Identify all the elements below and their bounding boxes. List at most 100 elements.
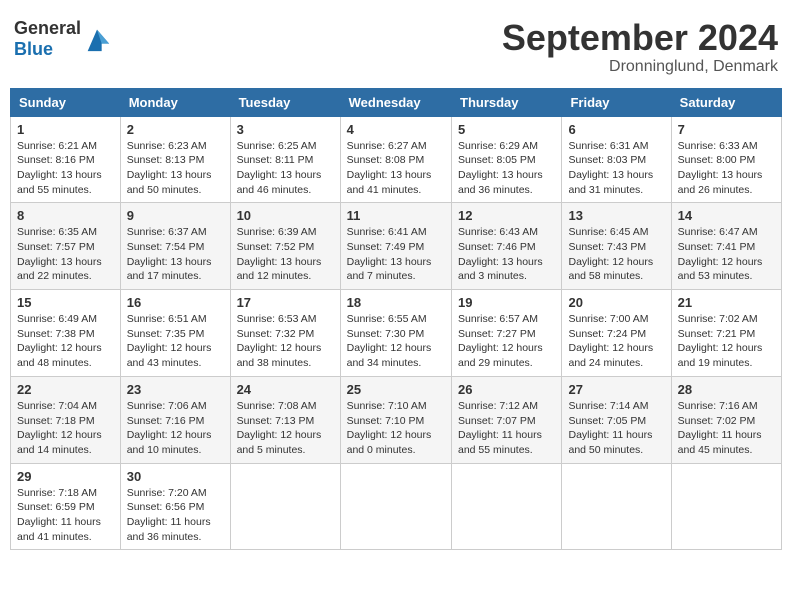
logo-general-text: General — [14, 18, 81, 38]
calendar-cell: 23 Sunrise: 7:06 AMSunset: 7:16 PMDayligh… — [120, 376, 230, 463]
calendar-cell: 12 Sunrise: 6:43 AMSunset: 7:46 PMDayligh… — [452, 203, 562, 290]
day-number: 20 — [568, 295, 664, 310]
day-info: Sunrise: 7:02 AMSunset: 7:21 PMDaylight:… — [678, 312, 775, 371]
day-number: 3 — [237, 122, 334, 137]
day-info: Sunrise: 7:04 AMSunset: 7:18 PMDaylight:… — [17, 399, 114, 458]
day-info: Sunrise: 7:16 AMSunset: 7:02 PMDaylight:… — [678, 399, 775, 458]
day-number: 14 — [678, 208, 775, 223]
logo: General Blue — [14, 18, 111, 60]
calendar-cell: 19 Sunrise: 6:57 AMSunset: 7:27 PMDayligh… — [452, 290, 562, 377]
day-info: Sunrise: 6:33 AMSunset: 8:00 PMDaylight:… — [678, 139, 775, 198]
day-info: Sunrise: 6:35 AMSunset: 7:57 PMDaylight:… — [17, 225, 114, 284]
day-info: Sunrise: 7:00 AMSunset: 7:24 PMDaylight:… — [568, 312, 664, 371]
day-info: Sunrise: 6:55 AMSunset: 7:30 PMDaylight:… — [347, 312, 445, 371]
day-info: Sunrise: 6:25 AMSunset: 8:11 PMDaylight:… — [237, 139, 334, 198]
title-area: September 2024 Dronninglund, Denmark — [502, 18, 778, 76]
day-info: Sunrise: 6:43 AMSunset: 7:46 PMDaylight:… — [458, 225, 555, 284]
day-info: Sunrise: 6:27 AMSunset: 8:08 PMDaylight:… — [347, 139, 445, 198]
day-number: 24 — [237, 382, 334, 397]
calendar-week-row: 8 Sunrise: 6:35 AMSunset: 7:57 PMDaylight… — [11, 203, 782, 290]
day-number: 12 — [458, 208, 555, 223]
day-info: Sunrise: 6:41 AMSunset: 7:49 PMDaylight:… — [347, 225, 445, 284]
day-number: 27 — [568, 382, 664, 397]
day-info: Sunrise: 6:47 AMSunset: 7:41 PMDaylight:… — [678, 225, 775, 284]
calendar-cell: 22Sunrise: 7:04 AMSunset: 7:18 PMDayligh… — [11, 376, 121, 463]
column-header-wednesday: Wednesday — [340, 88, 451, 116]
day-info: Sunrise: 6:49 AMSunset: 7:38 PMDaylight:… — [17, 312, 114, 371]
calendar-header-row: SundayMondayTuesdayWednesdayThursdayFrid… — [11, 88, 782, 116]
day-number: 13 — [568, 208, 664, 223]
day-number: 6 — [568, 122, 664, 137]
day-number: 7 — [678, 122, 775, 137]
day-number: 15 — [17, 295, 114, 310]
column-header-monday: Monday — [120, 88, 230, 116]
day-info: Sunrise: 6:53 AMSunset: 7:32 PMDaylight:… — [237, 312, 334, 371]
day-info: Sunrise: 6:51 AMSunset: 7:35 PMDaylight:… — [127, 312, 224, 371]
day-number: 19 — [458, 295, 555, 310]
logo-icon — [83, 25, 111, 53]
day-number: 11 — [347, 208, 445, 223]
logo-blue-text: Blue — [14, 39, 53, 59]
day-number: 29 — [17, 469, 114, 484]
day-number: 9 — [127, 208, 224, 223]
calendar-cell: 8 Sunrise: 6:35 AMSunset: 7:57 PMDaylight… — [11, 203, 121, 290]
calendar-cell: 30 Sunrise: 7:20 AMSunset: 6:56 PMDayligh… — [120, 463, 230, 550]
calendar-week-row: 22Sunrise: 7:04 AMSunset: 7:18 PMDayligh… — [11, 376, 782, 463]
day-number: 5 — [458, 122, 555, 137]
day-info: Sunrise: 7:06 AMSunset: 7:16 PMDaylight:… — [127, 399, 224, 458]
month-title: September 2024 — [502, 18, 778, 58]
calendar-cell: 6Sunrise: 6:31 AMSunset: 8:03 PMDaylight… — [562, 116, 671, 203]
calendar-cell: 18Sunrise: 6:55 AMSunset: 7:30 PMDayligh… — [340, 290, 451, 377]
header: General Blue September 2024 Dronninglund… — [10, 10, 782, 80]
calendar-week-row: 29 Sunrise: 7:18 AMSunset: 6:59 PMDayligh… — [11, 463, 782, 550]
calendar-cell — [671, 463, 781, 550]
calendar-cell: 14 Sunrise: 6:47 AMSunset: 7:41 PMDayligh… — [671, 203, 781, 290]
calendar-cell — [452, 463, 562, 550]
day-number: 8 — [17, 208, 114, 223]
calendar-cell — [340, 463, 451, 550]
day-number: 17 — [237, 295, 334, 310]
day-number: 30 — [127, 469, 224, 484]
day-info: Sunrise: 6:57 AMSunset: 7:27 PMDaylight:… — [458, 312, 555, 371]
day-info: Sunrise: 7:10 AMSunset: 7:10 PMDaylight:… — [347, 399, 445, 458]
day-number: 28 — [678, 382, 775, 397]
calendar-week-row: 1Sunrise: 6:21 AMSunset: 8:16 PMDaylight… — [11, 116, 782, 203]
day-number: 23 — [127, 382, 224, 397]
calendar-cell: 7 Sunrise: 6:33 AMSunset: 8:00 PMDaylight… — [671, 116, 781, 203]
calendar-cell: 28 Sunrise: 7:16 AMSunset: 7:02 PMDayligh… — [671, 376, 781, 463]
day-info: Sunrise: 6:45 AMSunset: 7:43 PMDaylight:… — [568, 225, 664, 284]
calendar-cell: 26 Sunrise: 7:12 AMSunset: 7:07 PMDayligh… — [452, 376, 562, 463]
calendar-cell: 20 Sunrise: 7:00 AMSunset: 7:24 PMDayligh… — [562, 290, 671, 377]
calendar-cell: 2 Sunrise: 6:23 AMSunset: 8:13 PMDaylight… — [120, 116, 230, 203]
calendar-cell: 29 Sunrise: 7:18 AMSunset: 6:59 PMDayligh… — [11, 463, 121, 550]
day-info: Sunrise: 6:37 AMSunset: 7:54 PMDaylight:… — [127, 225, 224, 284]
day-info: Sunrise: 6:29 AMSunset: 8:05 PMDaylight:… — [458, 139, 555, 198]
day-info: Sunrise: 7:12 AMSunset: 7:07 PMDaylight:… — [458, 399, 555, 458]
day-number: 26 — [458, 382, 555, 397]
day-number: 25 — [347, 382, 445, 397]
calendar-week-row: 15 Sunrise: 6:49 AMSunset: 7:38 PMDayligh… — [11, 290, 782, 377]
calendar-cell — [562, 463, 671, 550]
day-number: 4 — [347, 122, 445, 137]
location-title: Dronninglund, Denmark — [502, 58, 778, 76]
column-header-saturday: Saturday — [671, 88, 781, 116]
day-number: 10 — [237, 208, 334, 223]
day-number: 21 — [678, 295, 775, 310]
day-number: 2 — [127, 122, 224, 137]
calendar-cell: 5 Sunrise: 6:29 AMSunset: 8:05 PMDaylight… — [452, 116, 562, 203]
day-info: Sunrise: 7:08 AMSunset: 7:13 PMDaylight:… — [237, 399, 334, 458]
column-header-friday: Friday — [562, 88, 671, 116]
day-info: Sunrise: 7:18 AMSunset: 6:59 PMDaylight:… — [17, 486, 114, 545]
calendar-table: SundayMondayTuesdayWednesdayThursdayFrid… — [10, 88, 782, 551]
calendar-cell: 27 Sunrise: 7:14 AMSunset: 7:05 PMDayligh… — [562, 376, 671, 463]
calendar-cell: 3 Sunrise: 6:25 AMSunset: 8:11 PMDaylight… — [230, 116, 340, 203]
column-header-thursday: Thursday — [452, 88, 562, 116]
calendar-cell: 15 Sunrise: 6:49 AMSunset: 7:38 PMDayligh… — [11, 290, 121, 377]
day-info: Sunrise: 6:39 AMSunset: 7:52 PMDaylight:… — [237, 225, 334, 284]
day-info: Sunrise: 7:14 AMSunset: 7:05 PMDaylight:… — [568, 399, 664, 458]
day-info: Sunrise: 7:20 AMSunset: 6:56 PMDaylight:… — [127, 486, 224, 545]
calendar-cell: 11 Sunrise: 6:41 AMSunset: 7:49 PMDayligh… — [340, 203, 451, 290]
calendar-cell: 4 Sunrise: 6:27 AMSunset: 8:08 PMDaylight… — [340, 116, 451, 203]
calendar-cell: 9 Sunrise: 6:37 AMSunset: 7:54 PMDaylight… — [120, 203, 230, 290]
day-info: Sunrise: 6:23 AMSunset: 8:13 PMDaylight:… — [127, 139, 224, 198]
